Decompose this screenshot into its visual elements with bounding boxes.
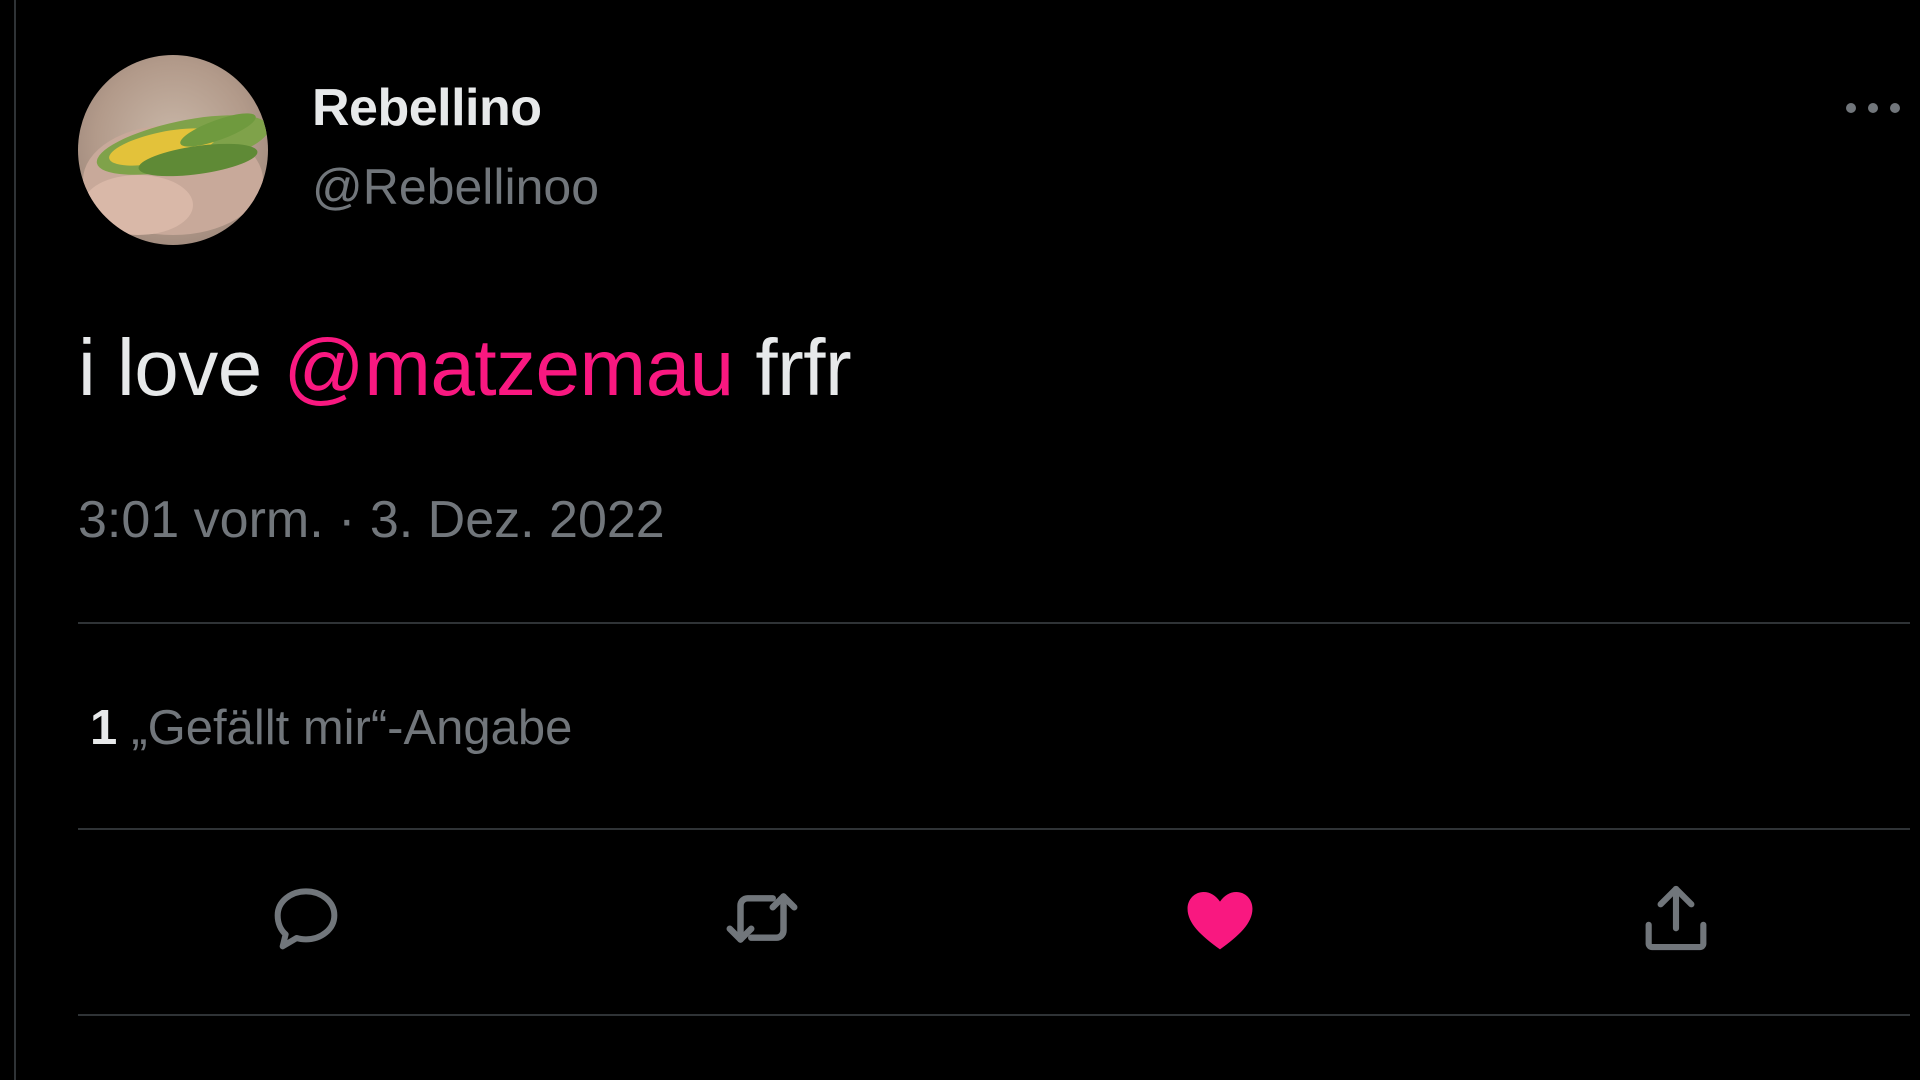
user-handle[interactable]: @Rebellinoo	[312, 158, 599, 216]
likes-stat[interactable]: 1 „Gefällt mir“-Angabe	[90, 700, 572, 756]
like-button[interactable]	[1170, 868, 1270, 968]
avatar[interactable]	[78, 55, 268, 245]
reply-icon	[274, 888, 338, 950]
share-icon	[1645, 885, 1707, 951]
more-options-button[interactable]	[1838, 88, 1908, 128]
divider	[78, 1014, 1910, 1016]
retweet-button[interactable]	[712, 868, 812, 968]
share-button[interactable]	[1626, 868, 1726, 968]
reply-button[interactable]	[256, 868, 356, 968]
tweet-detail: Rebellino @Rebellinoo i love @matzemau f…	[0, 0, 1920, 1080]
tweet-text-suffix: frfr	[733, 323, 852, 412]
heart-icon	[1187, 892, 1253, 950]
likes-label: „Gefällt mir“-Angabe	[131, 701, 573, 755]
likes-count: 1	[90, 701, 118, 755]
mention-link[interactable]: @matzemau	[283, 323, 734, 412]
avatar-image	[83, 113, 268, 235]
column-border	[14, 0, 16, 1080]
display-name[interactable]: Rebellino	[312, 78, 542, 138]
more-horizontal-icon	[1846, 103, 1900, 113]
tweet-text: i love @matzemau frfr	[78, 322, 852, 414]
divider	[78, 622, 1910, 624]
retweet-icon	[726, 893, 798, 943]
tweet-timestamp[interactable]: 3:01 vorm. · 3. Dez. 2022	[78, 490, 665, 550]
action-bar	[78, 868, 1910, 988]
divider	[78, 828, 1910, 830]
tweet-text-prefix: i love	[78, 323, 284, 412]
